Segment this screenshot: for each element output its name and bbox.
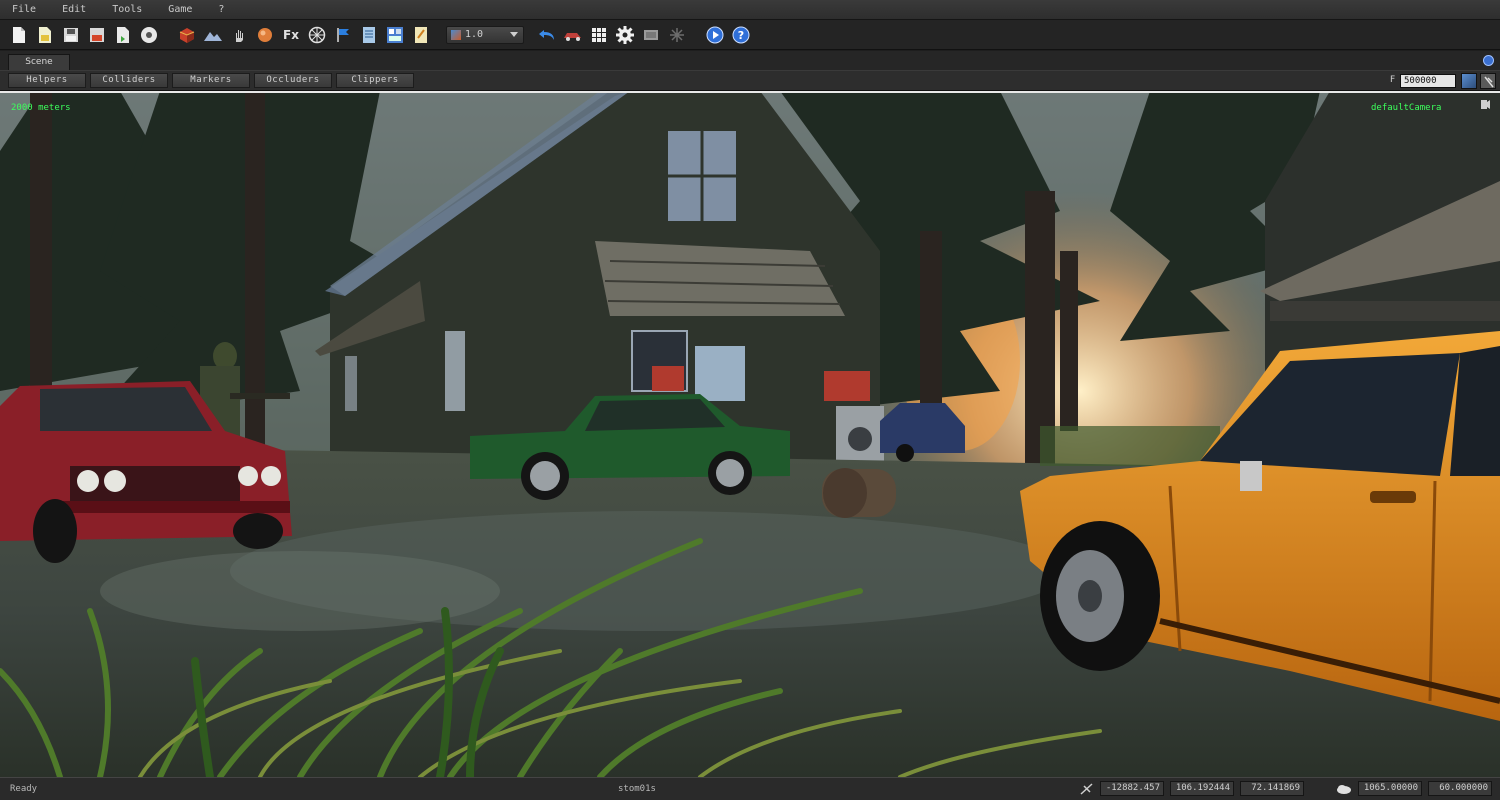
menu-edit[interactable]: Edit — [56, 4, 92, 15]
menu-tools[interactable]: Tools — [106, 4, 148, 15]
filter-occluders-button[interactable]: Occluders — [254, 73, 332, 88]
undo-icon[interactable] — [536, 24, 558, 46]
vehicle-icon[interactable] — [562, 24, 584, 46]
svg-text:?: ? — [738, 29, 744, 42]
flag-icon[interactable] — [332, 24, 354, 46]
coord-y: 106.192444 — [1170, 781, 1234, 796]
tab-scene[interactable]: Scene — [8, 54, 70, 70]
value-a: 1065.00000 — [1358, 781, 1422, 796]
document-tab-bar: Scene — [0, 51, 1500, 70]
keyboard-icon[interactable] — [640, 24, 662, 46]
zoom-dropdown[interactable]: 1.0 — [446, 25, 524, 44]
viewport-filter-bar: Helpers Colliders Markers Occluders Clip… — [0, 70, 1500, 91]
filter-helpers-button[interactable]: Helpers — [8, 73, 86, 88]
coord-x: -12882.457 — [1100, 781, 1164, 796]
far-plane-input[interactable]: 500000 — [1400, 74, 1456, 88]
document-icon[interactable] — [358, 24, 380, 46]
zoom-value: 1.0 — [465, 29, 484, 40]
menu-file[interactable]: File — [6, 4, 42, 15]
camera-icon[interactable] — [1480, 97, 1490, 111]
notes-icon[interactable] — [410, 24, 432, 46]
cursor-icon — [1080, 783, 1093, 795]
play-icon[interactable] — [704, 24, 726, 46]
menu-bar: File Edit Tools Game ? — [0, 0, 1500, 20]
terrain-icon[interactable] — [202, 24, 224, 46]
map-name: stom01s — [618, 784, 656, 794]
fx-label: Fx — [283, 27, 299, 42]
cloud-icon — [1337, 785, 1351, 794]
status-bar: Ready stom01s -12882.457 106.192444 72.1… — [0, 777, 1500, 800]
save-as-icon[interactable] — [86, 24, 108, 46]
main-toolbar: Fx 1.0 ? — [0, 20, 1500, 50]
camera-name: defaultCamera — [1371, 103, 1442, 113]
menu-game[interactable]: Game — [162, 4, 198, 15]
distance-readout: 2000 meters — [11, 103, 71, 113]
compass-icon[interactable] — [306, 24, 328, 46]
value-b: 60.000000 — [1428, 781, 1492, 796]
new-file-icon[interactable] — [8, 24, 30, 46]
zoom-icon — [451, 29, 461, 40]
status-text: Ready — [10, 784, 38, 794]
snowflake-icon[interactable] — [666, 24, 688, 46]
cube-icon[interactable] — [176, 24, 198, 46]
sphere-icon[interactable] — [254, 24, 276, 46]
save-icon[interactable] — [60, 24, 82, 46]
open-file-icon[interactable] — [34, 24, 56, 46]
scene-viewport[interactable]: 2000 meters defaultCamera — [0, 91, 1500, 777]
chevron-down-icon — [510, 32, 518, 37]
export-icon[interactable] — [112, 24, 134, 46]
filter-clippers-button[interactable]: Clippers — [336, 73, 414, 88]
viewport-pin-icon[interactable] — [1480, 73, 1496, 89]
help-icon[interactable]: ? — [730, 24, 752, 46]
scene-render — [0, 91, 1500, 777]
settings-gear-icon[interactable] — [614, 24, 636, 46]
filter-markers-button[interactable]: Markers — [172, 73, 250, 88]
coord-z: 72.141869 — [1240, 781, 1304, 796]
viewport-top-border — [0, 91, 1500, 93]
hand-icon[interactable] — [228, 24, 250, 46]
menu-help[interactable]: ? — [212, 4, 230, 15]
layout-icon[interactable] — [384, 24, 406, 46]
disc-icon[interactable] — [138, 24, 160, 46]
globe-icon[interactable] — [1483, 55, 1494, 66]
viewport-image-icon[interactable] — [1461, 73, 1477, 89]
fx-icon[interactable]: Fx — [280, 24, 302, 46]
far-plane-label: F — [1390, 75, 1396, 85]
grid-icon[interactable] — [588, 24, 610, 46]
filter-colliders-button[interactable]: Colliders — [90, 73, 168, 88]
